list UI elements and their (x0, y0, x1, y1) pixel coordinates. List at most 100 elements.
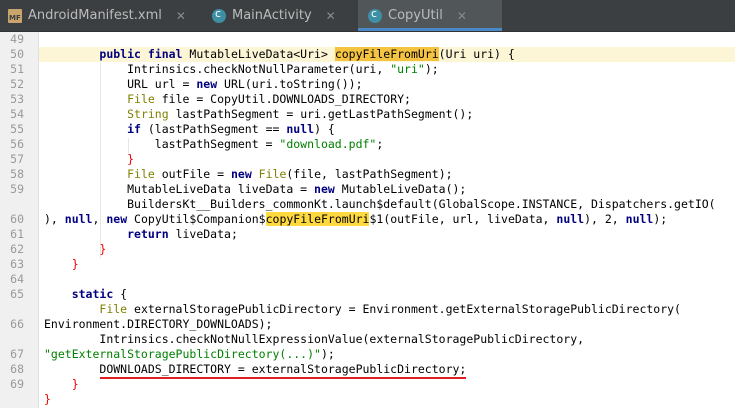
code-text: ); (653, 212, 668, 226)
code-text: DOWNLOADS_DIRECTORY = externalStoragePub… (99, 362, 467, 376)
code-text: MutableLiveData<Uri> (182, 47, 335, 61)
code-text: externalStoragePublicDirectory = Environ… (127, 302, 681, 316)
keyword: if (127, 122, 141, 136)
brace: } (71, 257, 79, 271)
code-line-65: File externalStoragePublicDirectory = En… (44, 302, 681, 317)
keyword: return (127, 227, 169, 241)
code-text: ); (320, 347, 335, 361)
line-number: 62 (10, 242, 24, 256)
line-number: 55 (10, 122, 24, 136)
line-number: 69 (10, 377, 24, 391)
type-name: File (127, 167, 155, 181)
code-text: URL(uri.toString()); (217, 77, 363, 91)
kotlin-class-icon (368, 7, 382, 23)
line-number: 49 (10, 32, 24, 46)
code-text: URL url = (127, 77, 197, 91)
code-line-49: public final MutableLiveData<Uri> copyFi… (44, 47, 515, 62)
keyword: null (556, 212, 585, 226)
close-icon[interactable]: ✕ (176, 9, 186, 23)
code-text: Environment.DIRECTORY_DOWNLOADS); (44, 317, 273, 331)
line-number: 52 (10, 77, 24, 91)
brace: } (71, 377, 79, 391)
code-text: lastPathSegment = uri.getLastPathSegment… (168, 107, 474, 121)
close-icon[interactable]: ✕ (326, 9, 336, 23)
string-literal: "getExternalStoragePublicDirectory(...)" (44, 347, 321, 361)
code-line-56: } (44, 152, 134, 167)
search-match: copyFileFromUri (265, 212, 370, 226)
keyword: null (625, 212, 654, 226)
code-text: { (113, 287, 128, 301)
line-number: 56 (10, 137, 24, 151)
line-number: 65 (10, 287, 24, 301)
code-text: (Uri uri) { (438, 47, 515, 61)
type-name: File (127, 92, 155, 106)
code-text: BuildersKt__Builders_commonKt.launch$def… (127, 197, 716, 211)
brace: } (127, 152, 135, 166)
xml-file-icon (8, 8, 22, 23)
code-line-69: } (44, 392, 51, 407)
error-underline (100, 377, 466, 379)
line-number: 51 (10, 62, 24, 76)
line-number: 60 (10, 212, 24, 226)
code-text: CopyUtil$Companion$ (127, 212, 266, 226)
type-name: File (99, 302, 128, 316)
keyword: new (314, 182, 335, 196)
keyword: new (106, 212, 128, 226)
close-icon[interactable]: ✕ (457, 9, 467, 23)
line-number: 64 (10, 272, 24, 286)
keyword: null (64, 212, 93, 226)
string-literal: "download.pdf" (279, 137, 377, 151)
keyword: null (286, 122, 315, 136)
code-line-64: static { (44, 287, 127, 302)
code-line-52: File file = CopyUtil.DOWNLOADS_DIRECTORY… (44, 92, 411, 107)
brace: } (99, 242, 107, 256)
tab-main-activity[interactable]: MainActivity ✕ (212, 0, 358, 31)
code-line-60: return liveData; (44, 227, 238, 242)
code-text: lastPathSegment = (154, 137, 280, 151)
code-text: MutableLiveData liveData = (127, 182, 315, 196)
code-line-67: DOWNLOADS_DIRECTORY = externalStoragePub… (44, 362, 466, 377)
line-number: 53 (10, 92, 24, 106)
code-text: file = CopyUtil.DOWNLOADS_DIRECTORY; (154, 92, 411, 106)
tab-android-manifest[interactable]: AndroidManifest.xml ✕ (8, 0, 190, 31)
line-number: 68 (10, 362, 24, 376)
brace: } (44, 392, 51, 406)
line-number: 67 (10, 347, 24, 361)
keyword: public final (99, 47, 183, 61)
line-number: 50 (10, 47, 24, 61)
code-line-51: URL url = new URL(uri.toString()); (44, 77, 363, 92)
editor-tab-bar: AndroidManifest.xml ✕ MainActivity ✕ Cop… (0, 0, 735, 32)
code-text: (lastPathSegment == (140, 122, 287, 136)
code-text: $1(outFile, url, liveData, (369, 212, 557, 226)
line-number: 54 (10, 107, 24, 121)
code-text: ; (376, 137, 384, 151)
line-number: 66 (10, 317, 24, 331)
code-line-59-wrap: ), null, new CopyUtil$Companion$copyFile… (44, 212, 667, 227)
keyword: new (230, 167, 252, 181)
code-text: outFile = (154, 167, 231, 181)
code-line-54: if (lastPathSegment == null) { (44, 122, 335, 137)
tab-label: CopyUtil (388, 8, 443, 23)
type-name: String (127, 107, 169, 121)
code-line-58: MutableLiveData liveData = new MutableLi… (44, 182, 466, 197)
code-text: MutableLiveData(); (334, 182, 467, 196)
code-text: (file, lastPathSegment); (286, 167, 453, 181)
code-text: ), (44, 212, 65, 226)
tab-copy-util[interactable]: CopyUtil ✕ (358, 0, 502, 31)
code-text: , (92, 212, 107, 226)
code-text: liveData; (168, 227, 238, 241)
code-line-61: } (44, 242, 106, 257)
tab-label: MainActivity (232, 8, 312, 23)
keyword: static (71, 287, 114, 301)
code-text: ) { (314, 122, 335, 136)
keyword: new (196, 77, 218, 91)
code-text: Intrinsics.checkNotNullParameter(uri, (127, 62, 391, 76)
code-line-57: File outFile = new File(file, lastPathSe… (44, 167, 453, 182)
code-text: Intrinsics.checkNotNullExpressionValue(e… (99, 332, 585, 346)
search-match: copyFileFromUri (334, 47, 439, 61)
code-text: ); (424, 62, 439, 76)
line-number: 57 (10, 152, 24, 166)
tab-label: AndroidManifest.xml (28, 8, 162, 23)
code-editor[interactable]: public final MutableLiveData<Uri> copyFi… (39, 32, 735, 408)
line-number: 61 (10, 227, 24, 241)
